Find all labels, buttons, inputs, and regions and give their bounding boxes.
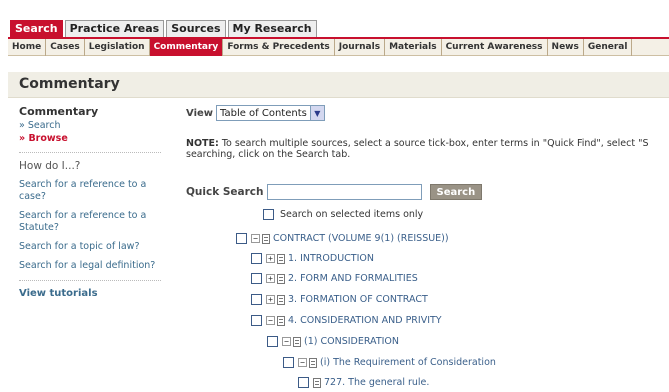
tab-practice-areas[interactable]: Practice Areas xyxy=(64,20,165,37)
page-title: Commentary xyxy=(19,76,120,92)
toc-checkbox[interactable] xyxy=(283,357,294,368)
collapse-icon[interactable]: − xyxy=(251,234,260,243)
note-line-2: searching, click on the Search tab. xyxy=(186,149,351,160)
toc-node: + 3. FORMATION OF CONTRACT xyxy=(251,294,428,305)
toc-node: − 4. CONSIDERATION AND PRIVITY xyxy=(251,315,442,326)
sidebar-search-link[interactable]: » Search xyxy=(19,120,161,131)
toc-checkbox[interactable] xyxy=(267,336,278,347)
toc-checkbox[interactable] xyxy=(298,377,309,388)
toc-label[interactable]: CONTRACT (VOLUME 9(1) (REISSUE)) xyxy=(273,233,449,244)
collapse-icon[interactable]: − xyxy=(282,337,291,346)
document-icon xyxy=(277,273,285,284)
tab-my-research[interactable]: My Research xyxy=(227,20,317,37)
subtab-cases[interactable]: Cases xyxy=(46,39,85,56)
toc-label[interactable]: 727. The general rule. xyxy=(324,377,429,388)
subtab-current-awareness[interactable]: Current Awareness xyxy=(442,39,548,56)
toc-checkbox[interactable] xyxy=(236,233,247,244)
tab-search[interactable]: Search xyxy=(10,20,63,37)
toc-checkbox[interactable] xyxy=(251,294,262,305)
toc-node: − (i) The Requirement of Consideration xyxy=(283,357,496,368)
document-icon xyxy=(309,357,317,368)
toc-label[interactable]: (1) CONSIDERATION xyxy=(304,336,399,347)
quick-search-label: Quick Search xyxy=(186,186,264,198)
subtab-commentary[interactable]: Commentary xyxy=(149,39,224,56)
quick-search-row: Quick Search Search xyxy=(186,184,483,200)
toc-node: 727. The general rule. xyxy=(298,377,429,388)
toc-label[interactable]: 3. FORMATION OF CONTRACT xyxy=(288,294,428,305)
toc-checkbox[interactable] xyxy=(251,273,262,284)
document-icon xyxy=(277,294,285,305)
view-select-value: Table of Contents xyxy=(220,107,307,119)
toc-label[interactable]: 4. CONSIDERATION AND PRIVITY xyxy=(288,315,442,326)
subtab-news[interactable]: News xyxy=(548,39,584,56)
note-line-1: To search multiple sources, select a sou… xyxy=(218,138,649,149)
subtab-general[interactable]: General xyxy=(584,39,633,56)
view-label: View xyxy=(186,107,214,119)
view-select[interactable]: Table of Contents ▼ xyxy=(216,105,325,121)
document-icon xyxy=(262,233,270,244)
subtab-legislation[interactable]: Legislation xyxy=(85,39,150,56)
view-tutorials-link[interactable]: View tutorials xyxy=(19,288,161,299)
subtab-materials[interactable]: Materials xyxy=(385,39,442,56)
toc-node: − (1) CONSIDERATION xyxy=(267,336,399,347)
collapse-icon[interactable]: − xyxy=(298,358,307,367)
page-header: Commentary xyxy=(8,72,669,98)
toc-node: + 1. INTRODUCTION xyxy=(251,253,374,264)
help-link-definition[interactable]: Search for a legal definition? xyxy=(19,260,161,272)
help-link-statute[interactable]: Search for a reference to a Statute? xyxy=(19,210,161,234)
search-button[interactable]: Search xyxy=(429,184,483,200)
chevron-down-icon[interactable]: ▼ xyxy=(309,106,324,120)
sidebar: Commentary » Search » Browse How do I...… xyxy=(19,105,161,299)
tab-sources[interactable]: Sources xyxy=(166,20,226,37)
toc-checkbox[interactable] xyxy=(251,253,262,264)
how-do-i-heading: How do I...? xyxy=(19,160,81,172)
sub-navigation: Home Cases Legislation Commentary Forms … xyxy=(8,37,669,56)
subtab-home[interactable]: Home xyxy=(8,39,47,56)
toc-label[interactable]: 1. INTRODUCTION xyxy=(288,253,374,264)
subtab-journals[interactable]: Journals xyxy=(335,39,386,56)
document-icon xyxy=(293,336,301,347)
sidebar-title: Commentary xyxy=(19,105,99,118)
note-prefix: NOTE: xyxy=(186,138,219,149)
toc-node: + 2. FORM AND FORMALITIES xyxy=(251,273,418,284)
top-tabs: Search Practice Areas Sources My Researc… xyxy=(10,20,319,37)
document-icon xyxy=(277,315,285,326)
selected-only-option: Search on selected items only xyxy=(263,209,423,220)
search-note: NOTE: To search multiple sources, select… xyxy=(186,138,669,160)
collapse-icon[interactable]: − xyxy=(266,316,275,325)
expand-icon[interactable]: + xyxy=(266,254,275,263)
selected-only-checkbox[interactable] xyxy=(263,209,274,220)
expand-icon[interactable]: + xyxy=(266,295,275,304)
help-link-topic[interactable]: Search for a topic of law? xyxy=(19,241,161,253)
subtab-forms-precedents[interactable]: Forms & Precedents xyxy=(223,39,335,56)
divider xyxy=(19,280,161,281)
view-selector-row: View Table of Contents ▼ xyxy=(186,105,325,121)
quick-search-input[interactable] xyxy=(266,184,422,200)
toc-label[interactable]: 2. FORM AND FORMALITIES xyxy=(288,273,418,284)
divider xyxy=(19,152,161,153)
toc-checkbox[interactable] xyxy=(251,315,262,326)
document-icon xyxy=(313,377,321,388)
toc-label[interactable]: (i) The Requirement of Consideration xyxy=(320,357,496,368)
help-link-case[interactable]: Search for a reference to a case? xyxy=(19,179,161,203)
toc-node: − CONTRACT (VOLUME 9(1) (REISSUE)) xyxy=(236,233,449,244)
selected-only-label: Search on selected items only xyxy=(280,209,424,220)
expand-icon[interactable]: + xyxy=(266,274,275,283)
document-icon xyxy=(277,253,285,264)
sidebar-browse-link[interactable]: » Browse xyxy=(19,133,161,144)
